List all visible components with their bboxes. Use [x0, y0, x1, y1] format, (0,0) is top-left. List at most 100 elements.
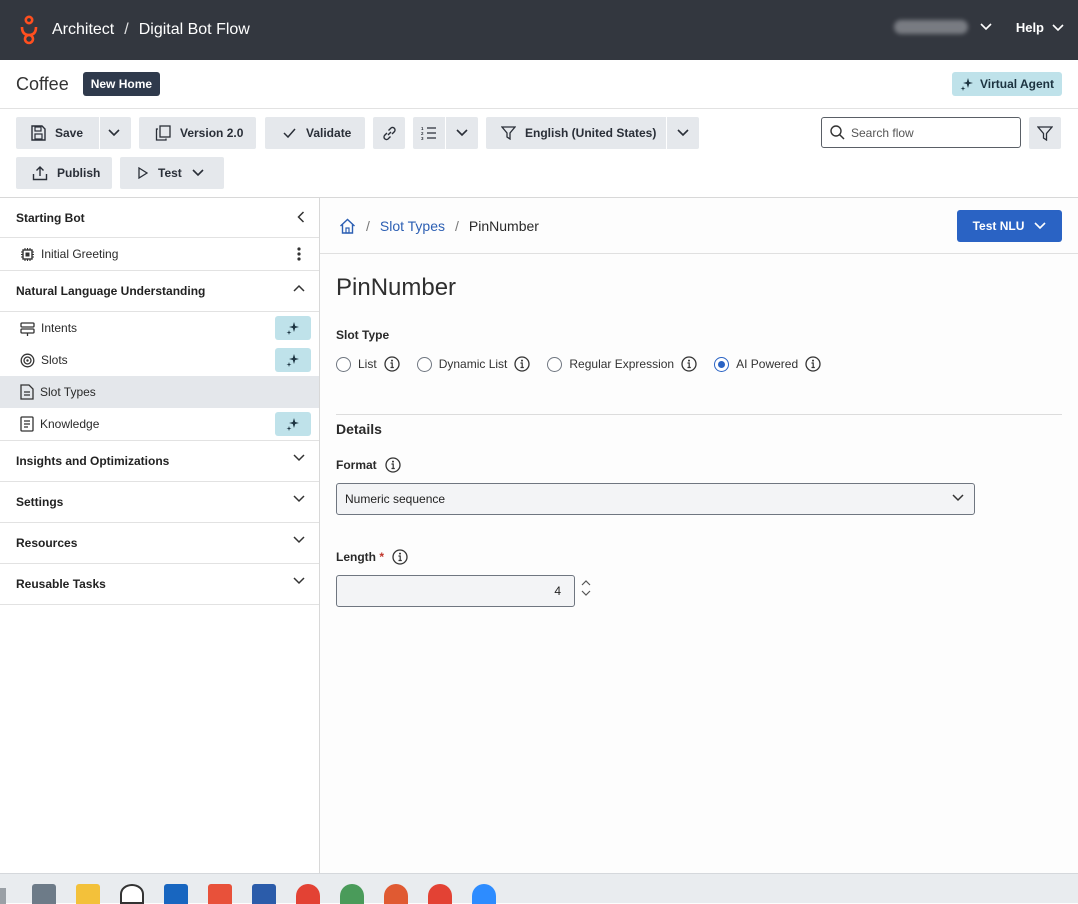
- list-options-button[interactable]: [445, 117, 478, 149]
- ai-assist-button[interactable]: [275, 348, 311, 372]
- app-s-icon[interactable]: [120, 884, 144, 904]
- length-input[interactable]: 4: [336, 575, 575, 607]
- language-filter-button[interactable]: English (United States): [486, 117, 666, 149]
- version-button[interactable]: Version 2.0: [139, 117, 256, 149]
- snagit-icon[interactable]: [208, 884, 232, 904]
- virtual-agent-badge[interactable]: Virtual Agent: [951, 72, 1062, 96]
- radio-button-selected[interactable]: [714, 356, 730, 372]
- file-explorer-icon[interactable]: [76, 884, 100, 904]
- breadcrumb-separator: /: [366, 217, 370, 234]
- flow-type: Digital Bot Flow: [138, 21, 250, 38]
- breadcrumb-separator: /: [124, 21, 129, 38]
- genesys-logo-icon[interactable]: [18, 15, 40, 45]
- test-button[interactable]: Test: [120, 157, 224, 189]
- calculator-icon[interactable]: [32, 884, 56, 904]
- decrement-icon[interactable]: [580, 589, 592, 597]
- chevron-down-icon: [980, 23, 992, 31]
- radio-list[interactable]: List: [336, 356, 400, 372]
- radio-label: List: [358, 357, 377, 371]
- settings-section[interactable]: Settings: [0, 482, 319, 523]
- radio-button[interactable]: [547, 356, 563, 372]
- search-icon: [830, 125, 845, 140]
- filter-button[interactable]: [1029, 117, 1061, 149]
- ai-assist-button[interactable]: [275, 412, 311, 436]
- publish-label: Publish: [57, 166, 101, 180]
- list-split-button: 123: [413, 117, 478, 149]
- save-button[interactable]: Save: [16, 117, 98, 149]
- sidebar-item-initial-greeting[interactable]: Initial Greeting: [0, 238, 319, 271]
- reusable-tasks-heading: Reusable Tasks: [16, 577, 106, 591]
- more-vertical-icon[interactable]: [297, 247, 301, 261]
- info-icon[interactable]: [392, 549, 408, 565]
- chevron-down-icon: [293, 454, 305, 462]
- sidebar-item-intents[interactable]: Intents: [0, 312, 319, 344]
- sidebar-item-slot-types[interactable]: Slot Types: [0, 376, 319, 408]
- sidebar-item-label: Slot Types: [40, 385, 96, 399]
- help-menu[interactable]: Help: [1016, 20, 1064, 35]
- format-select[interactable]: Numeric sequence: [336, 483, 975, 515]
- increment-icon[interactable]: [580, 579, 592, 587]
- info-icon[interactable]: [805, 356, 821, 372]
- validate-label: Validate: [306, 126, 352, 140]
- save-options-button[interactable]: [98, 117, 130, 149]
- search-input[interactable]: [851, 125, 1011, 140]
- outline-button[interactable]: 123: [413, 117, 445, 149]
- reusable-tasks-section[interactable]: Reusable Tasks: [0, 564, 319, 605]
- chrome-icon[interactable]: [428, 884, 452, 904]
- intents-icon: [20, 321, 35, 336]
- chevron-down-icon: [676, 129, 689, 137]
- details-heading-text: Details: [336, 421, 382, 437]
- globe-app-icon[interactable]: [340, 884, 364, 904]
- radio-regular-expression[interactable]: Regular Expression: [547, 356, 697, 372]
- zoom-icon[interactable]: [472, 884, 496, 904]
- length-label: Length *: [336, 549, 408, 565]
- nlu-heading: Natural Language Understanding: [16, 284, 206, 298]
- word-icon[interactable]: [252, 884, 276, 904]
- taskbar-edge: [0, 888, 6, 904]
- user-name-redacted: [894, 20, 968, 34]
- save-split-button: Save: [16, 117, 131, 149]
- search-flow-field[interactable]: [821, 117, 1021, 148]
- outlook-icon[interactable]: [164, 884, 188, 904]
- chevron-left-icon[interactable]: [297, 211, 305, 223]
- format-label-text: Format: [336, 458, 377, 472]
- link-button[interactable]: [373, 117, 405, 149]
- radio-button[interactable]: [416, 356, 432, 372]
- radio-button[interactable]: [336, 356, 351, 372]
- sidebar-item-knowledge[interactable]: Knowledge: [0, 408, 319, 441]
- app-orange-icon[interactable]: [384, 884, 408, 904]
- user-menu[interactable]: [894, 20, 992, 34]
- language-split-button: English (United States): [486, 117, 699, 149]
- settings-heading: Settings: [16, 495, 64, 509]
- info-icon[interactable]: [681, 356, 697, 372]
- radio-ai-powered[interactable]: AI Powered: [714, 356, 821, 372]
- new-home-badge[interactable]: New Home: [82, 72, 161, 96]
- publish-button[interactable]: Publish: [16, 157, 112, 189]
- filter-icon: [1037, 125, 1053, 141]
- toolbar: Save Version 2.0 Validate 123 English (U…: [0, 109, 1078, 198]
- insights-section[interactable]: Insights and Optimizations: [0, 441, 319, 482]
- sidebar-item-slots[interactable]: Slots: [0, 344, 319, 376]
- help-label: Help: [1015, 20, 1044, 35]
- radio-label: Dynamic List: [438, 357, 508, 371]
- language-options-button[interactable]: [666, 117, 699, 149]
- app-name[interactable]: Architect: [52, 21, 114, 39]
- info-icon[interactable]: [384, 356, 400, 372]
- home-icon[interactable]: [339, 218, 356, 234]
- play-icon: [138, 167, 148, 179]
- info-icon[interactable]: [385, 457, 401, 473]
- breadcrumb-slot-types-link[interactable]: Slot Types: [380, 218, 445, 234]
- resources-section[interactable]: Resources: [0, 523, 319, 564]
- starting-bot-section[interactable]: Starting Bot: [0, 198, 319, 238]
- svg-text:3: 3: [421, 136, 424, 140]
- info-icon[interactable]: [514, 356, 531, 372]
- validate-button[interactable]: Validate: [265, 117, 365, 149]
- radio-dynamic-list[interactable]: Dynamic List: [416, 356, 531, 372]
- link-icon: [382, 126, 396, 140]
- sparkle-icon: [286, 354, 299, 367]
- ai-assist-button[interactable]: [275, 316, 311, 340]
- format-select-value: Numeric sequence: [345, 492, 446, 506]
- chrome-icon[interactable]: [296, 884, 320, 904]
- test-nlu-button[interactable]: Test NLU: [957, 210, 1062, 242]
- nlu-section[interactable]: Natural Language Understanding: [0, 271, 319, 312]
